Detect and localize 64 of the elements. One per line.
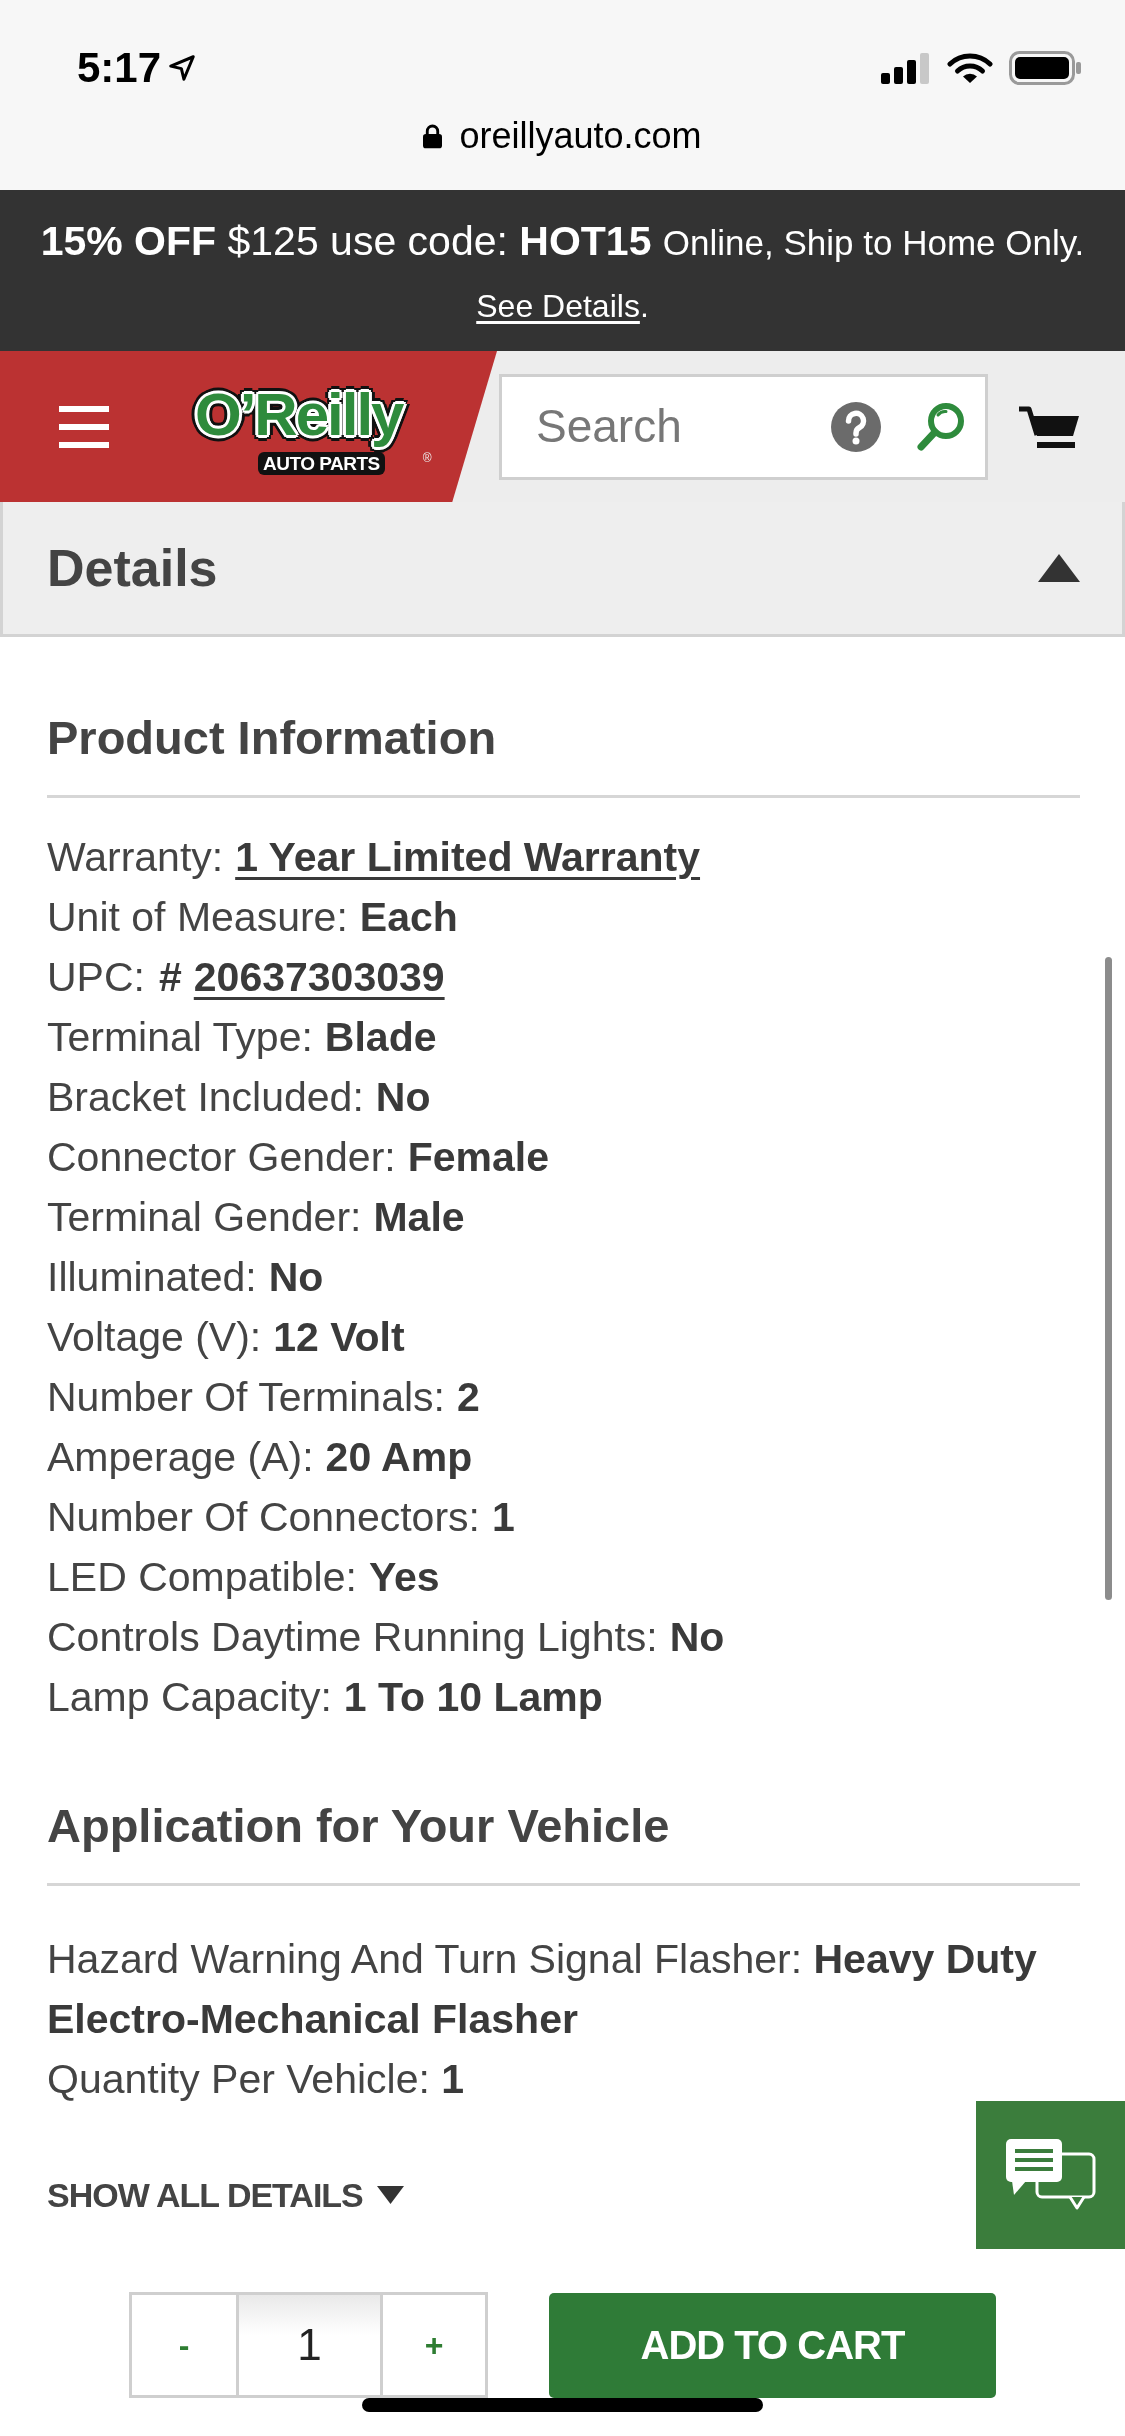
cart-icon	[1018, 404, 1080, 449]
spec-value: No	[669, 1613, 725, 1662]
spec-label: Terminal Gender:	[47, 1193, 362, 1242]
spec-value: Male	[373, 1193, 465, 1242]
logo-tagline: AUTO PARTS	[258, 452, 385, 475]
lock-icon	[423, 123, 443, 149]
cart-button[interactable]	[1018, 404, 1080, 449]
spec-link[interactable]: 1 Year Limited Warranty	[235, 827, 701, 887]
chat-icon	[1005, 2139, 1096, 2211]
spec-label: Illuminated:	[47, 1253, 257, 1302]
spec-value: Yes	[368, 1553, 440, 1602]
menu-button[interactable]	[59, 405, 109, 448]
application-row-text: Hazard Warning And Turn Signal Flasher: Heavy Duty Electro-Mechanical Flasher	[47, 1935, 1038, 2044]
spec-label: Voltage (V):	[47, 1313, 262, 1362]
menu-icon	[59, 405, 109, 448]
add-to-cart-button[interactable]: ADD TO CART	[549, 2292, 996, 2398]
spec-value: Blade	[324, 1013, 437, 1062]
url-text: oreillyauto.com	[459, 118, 702, 154]
signal-icon	[881, 52, 931, 84]
spec-value: 1	[491, 1493, 515, 1542]
wifi-icon	[947, 52, 993, 84]
spec-label: Bracket Included:	[47, 1073, 364, 1122]
caret-down-icon	[376, 2186, 404, 2204]
hash-sign: #	[158, 953, 182, 1002]
spec-label: Lamp Capacity:	[47, 1673, 332, 1722]
registered-mark: ®	[422, 452, 432, 464]
search-button[interactable]	[916, 401, 965, 452]
spec-label: Amperage (A):	[47, 1433, 314, 1482]
quantity-stepper[interactable]: - 1 +	[129, 2292, 488, 2398]
spec-value: 1 To 10 Lamp	[343, 1673, 603, 1722]
help-button[interactable]	[831, 401, 881, 452]
spec-link[interactable]: 20637303039	[193, 947, 445, 1007]
spec-label: Warranty:	[47, 833, 224, 882]
section-heading: Application for Your Vehicle	[47, 1798, 671, 1854]
search-bar[interactable]: Search	[499, 373, 988, 480]
spec-label: Connector Gender:	[47, 1133, 396, 1182]
spec-label: Number Of Terminals:	[47, 1373, 445, 1422]
spec-label: Number Of Connectors:	[47, 1493, 480, 1542]
quantity-field[interactable]: 1	[236, 2295, 383, 2395]
spec-value: 12 Volt	[273, 1313, 405, 1362]
spec-value: Each	[359, 893, 458, 942]
spec-value: Female	[407, 1133, 549, 1182]
help-icon	[831, 401, 881, 452]
spec-label: Unit of Measure:	[47, 893, 348, 942]
location-arrow-icon	[167, 53, 198, 83]
application-row-text: Quantity Per Vehicle: 1	[47, 2055, 466, 2104]
chat-button[interactable]	[976, 2101, 1125, 2249]
spec-value: No	[375, 1073, 431, 1122]
spec-label: UPC:	[47, 953, 145, 1002]
spec-value: No	[268, 1253, 324, 1302]
search-icon	[916, 401, 965, 452]
promo-banner-text: 15% OFF $125 use code: HOT15 Online, Ship to Home Only. See Details.	[39, 217, 1086, 326]
show-all-details-button[interactable]: SHOW ALL DETAILS	[47, 2173, 404, 2217]
search-field[interactable]: Search	[536, 396, 831, 457]
clock-time: 5:17	[77, 47, 162, 89]
details-toggle[interactable]: Details	[0, 502, 1125, 637]
spec-value: 20 Amp	[325, 1433, 473, 1482]
spec-label: Controls Daytime Running Lights:	[47, 1613, 658, 1662]
spec-value: 2	[456, 1373, 480, 1422]
spec-label: LED Compatible:	[47, 1553, 357, 1602]
section-heading: Product Information	[47, 710, 498, 766]
battery-icon	[1009, 51, 1082, 85]
spec-label: Terminal Type:	[47, 1013, 313, 1062]
see-details-link[interactable]: See Details	[476, 288, 640, 324]
